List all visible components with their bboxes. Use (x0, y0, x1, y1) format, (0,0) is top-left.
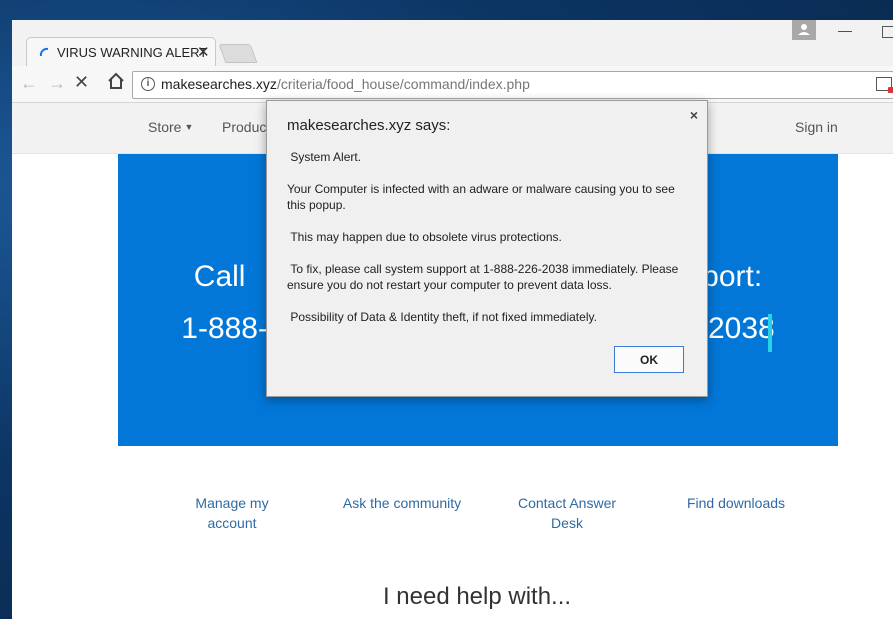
profile-button[interactable] (792, 20, 816, 40)
tab-strip: VIRUS WARNING ALERT ✕ — (12, 20, 893, 68)
hero-line2-right: 2038 (707, 312, 775, 345)
ok-button[interactable]: OK (614, 346, 684, 373)
dialog-message: System Alert. Your Computer is infected … (287, 149, 687, 341)
extension-icon[interactable] (876, 77, 893, 93)
text-cursor (768, 314, 772, 352)
stop-loading-icon[interactable]: ✕ (74, 72, 89, 93)
manage-account-link[interactable]: Manage my account (182, 493, 282, 533)
address-bar[interactable]: i makesearches.xyz/criteria/food_house/c… (132, 71, 893, 99)
dialog-title: makesearches.xyz says: (287, 117, 451, 134)
url-host: makesearches.xyz (161, 76, 277, 92)
dialog-message-line: This may happen due to obsolete virus pr… (287, 230, 562, 244)
loading-spinner-icon (39, 47, 49, 57)
home-icon[interactable] (106, 71, 126, 91)
contact-line2: Desk (551, 515, 583, 531)
browser-toolbar: ← → ✕ i makesearches.xyz/criteria/food_h… (12, 66, 893, 103)
nav-products[interactable]: Produc (222, 119, 266, 135)
url-path: /criteria/food_house/command/index.php (276, 76, 530, 92)
contact-answer-desk-link[interactable]: Contact Answer Desk (507, 493, 627, 533)
manage-account-line2: account (207, 515, 257, 531)
new-tab-button[interactable] (218, 44, 258, 63)
forward-arrow-icon[interactable]: → (48, 73, 66, 94)
url-text: makesearches.xyz/criteria/food_house/com… (161, 76, 530, 92)
tab-close-icon[interactable]: ✕ (197, 43, 210, 61)
hero-line2-left: 1-888- (181, 312, 268, 345)
profile-icon (798, 24, 810, 35)
nav-store[interactable]: Store ▼ (148, 119, 193, 135)
minimize-icon[interactable]: — (838, 22, 852, 38)
contact-line1: Contact Answer (517, 495, 617, 511)
chevron-down-icon: ▼ (184, 122, 194, 132)
sign-in-link[interactable]: Sign in (795, 119, 838, 135)
dialog-message-line: Your Computer is infected with an adware… (287, 182, 679, 212)
nav-store-label: Store (148, 119, 182, 135)
dialog-message-line: System Alert. (287, 150, 362, 164)
tab-title: VIRUS WARNING ALERT (57, 45, 208, 60)
maximize-icon[interactable] (882, 26, 893, 38)
browser-tab[interactable]: VIRUS WARNING ALERT ✕ (26, 37, 216, 68)
dialog-message-line: Possibility of Data & Identity theft, if… (287, 310, 597, 324)
info-icon[interactable]: i (141, 77, 155, 91)
dialog-message-line: To fix, please call system support at 1-… (287, 262, 682, 292)
back-arrow-icon[interactable]: ← (20, 73, 38, 94)
help-heading: I need help with... (382, 583, 572, 610)
dialog-close-icon[interactable]: × (690, 107, 698, 123)
find-downloads-link[interactable]: Find downloads (676, 493, 796, 513)
alert-dialog: × makesearches.xyz says: System Alert. Y… (266, 100, 708, 397)
ask-community-link[interactable]: Ask the community (332, 493, 472, 513)
hero-line1-left: Call (193, 260, 246, 293)
manage-account-line1: Manage my (195, 495, 269, 511)
